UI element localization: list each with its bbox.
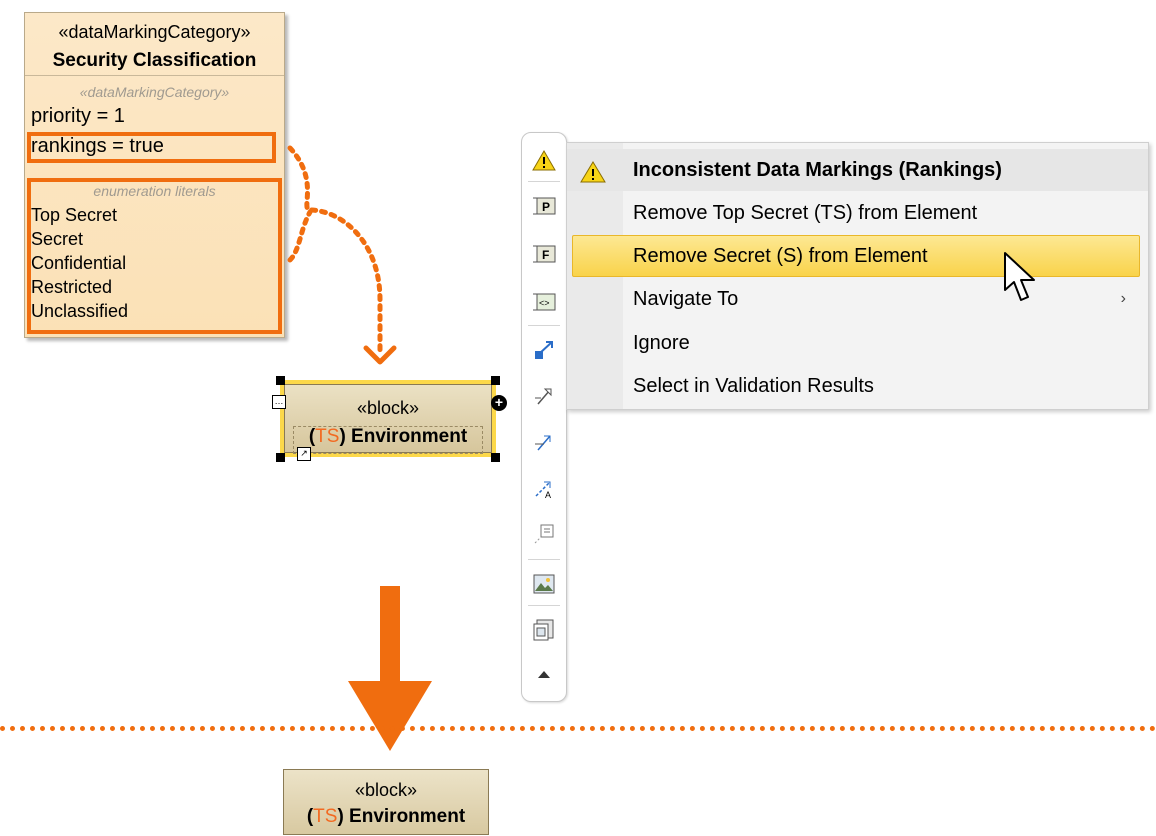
compartment-stereotype: «dataMarkingCategory» bbox=[79, 84, 230, 100]
resize-handle[interactable] bbox=[276, 376, 285, 385]
literal-confidential: Confidential bbox=[31, 253, 127, 273]
result-block-environment[interactable]: «block» (TS) Environment bbox=[283, 769, 489, 835]
menu-item-navigate-to[interactable]: Navigate To › bbox=[567, 278, 1148, 320]
block-stereotype: «block» bbox=[356, 398, 420, 418]
class-name: Security Classification bbox=[52, 50, 257, 71]
marking-label: TS bbox=[315, 426, 340, 447]
add-icon[interactable]: + bbox=[491, 395, 507, 411]
resize-handle[interactable] bbox=[276, 453, 285, 462]
menu-title: Inconsistent Data Markings (Rankings) bbox=[567, 149, 1148, 191]
diagram-icon[interactable] bbox=[529, 615, 559, 645]
svg-text:P: P bbox=[542, 200, 550, 214]
literal-top-secret: Top Secret bbox=[31, 205, 118, 225]
dependency-icon[interactable] bbox=[529, 427, 559, 457]
marking-label: TS bbox=[313, 806, 338, 827]
menu-item-ignore[interactable]: Ignore bbox=[567, 322, 1148, 364]
block-name: (TS) Environment bbox=[308, 426, 468, 447]
literals-list: Top Secret Secret Confidential Restricte… bbox=[31, 203, 128, 323]
port-icon[interactable]: <> bbox=[529, 287, 559, 317]
result-divider bbox=[0, 726, 1156, 731]
generalization-icon[interactable] bbox=[529, 381, 559, 411]
class-stereotype: «dataMarkingCategory» bbox=[58, 22, 251, 42]
svg-text:F: F bbox=[542, 248, 549, 262]
security-classification-class[interactable]: «dataMarkingCategory» Security Classific… bbox=[24, 12, 285, 338]
class-header: «dataMarkingCategory» Security Classific… bbox=[25, 13, 284, 76]
literal-restricted: Restricted bbox=[31, 277, 113, 297]
menu-item-remove-top-secret[interactable]: Remove Top Secret (TS) from Element bbox=[567, 192, 1148, 234]
selected-block-environment[interactable]: «block» (TS) Environment bbox=[280, 380, 496, 457]
mouse-cursor-icon bbox=[1004, 252, 1035, 301]
resize-handle[interactable] bbox=[491, 453, 500, 462]
svg-text:<>: <> bbox=[539, 298, 550, 308]
collapse-toolbar-icon[interactable] bbox=[529, 659, 559, 689]
resize-handle[interactable] bbox=[491, 376, 500, 385]
quick-fix-context-menu: Inconsistent Data Markings (Rankings) Re… bbox=[566, 142, 1149, 410]
image-icon[interactable] bbox=[529, 569, 559, 599]
block-stereotype: «block» bbox=[354, 780, 418, 800]
shortcut-icon[interactable]: ↗ bbox=[297, 447, 311, 461]
priority-tag: priority = 1 bbox=[31, 105, 125, 127]
rankings-tag: rankings = true bbox=[31, 135, 164, 157]
warning-icon[interactable] bbox=[529, 145, 559, 175]
menu-item-remove-secret[interactable]: Remove Secret (S) from Element bbox=[567, 235, 1148, 277]
flow-property-icon[interactable]: F bbox=[529, 239, 559, 269]
block-body: «block» (TS) Environment bbox=[284, 384, 492, 454]
directed-association-icon[interactable] bbox=[529, 335, 559, 365]
dotted-connector bbox=[287, 145, 397, 365]
part-property-icon[interactable]: P bbox=[529, 191, 559, 221]
literals-header: enumeration literals bbox=[93, 183, 216, 199]
note-icon[interactable] bbox=[529, 519, 559, 549]
block-name: (TS) Environment bbox=[306, 806, 466, 827]
information-flow-icon[interactable]: A bbox=[529, 473, 559, 503]
menu-item-select-in-validation-results[interactable]: Select in Validation Results bbox=[567, 365, 1148, 407]
svg-text:A: A bbox=[545, 490, 551, 500]
smart-manipulator-toolbar: P F <> A bbox=[521, 132, 567, 702]
chevron-right-icon: › bbox=[1120, 290, 1126, 307]
literal-unclassified: Unclassified bbox=[31, 301, 129, 321]
literal-secret: Secret bbox=[31, 229, 84, 249]
collapse-icon[interactable]: … bbox=[272, 395, 286, 409]
